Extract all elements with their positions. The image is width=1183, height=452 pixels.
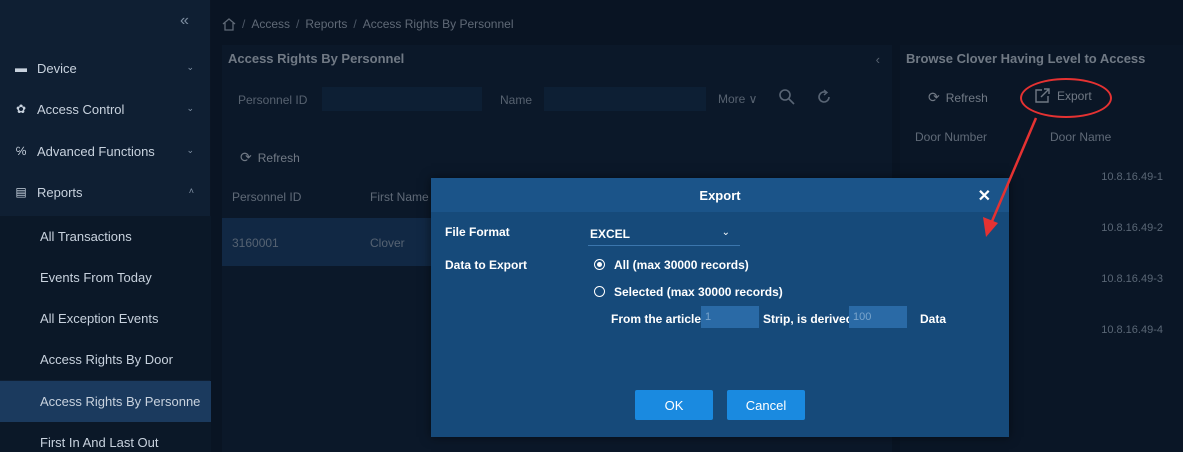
- dialog-title: Export: [699, 188, 741, 203]
- sidebar: « ▬ Device ⌄ ✿ Access Control ⌄ ℅ Advanc…: [0, 0, 211, 452]
- radio-selected-dot: [597, 262, 602, 267]
- chevron-down-icon: ⌄: [721, 227, 730, 238]
- cancel-button[interactable]: Cancel: [727, 390, 805, 420]
- sidebar-subitem-events-today[interactable]: Events From Today: [0, 257, 211, 298]
- chevron-down-icon: ⌄: [186, 145, 194, 155]
- gear-icon: ✿: [15, 102, 27, 116]
- file-format-select[interactable]: EXCEL ⌄: [588, 222, 740, 246]
- file-format-value: EXCEL: [590, 227, 631, 241]
- sidebar-item-access-control[interactable]: ✿ Access Control ⌄: [0, 89, 211, 129]
- ok-button[interactable]: OK: [635, 390, 713, 420]
- radio-all[interactable]: [594, 259, 605, 270]
- dialog-header: Export ✕: [431, 178, 1009, 212]
- sidebar-item-label: Reports: [37, 184, 83, 200]
- close-icon[interactable]: ✕: [978, 186, 991, 206]
- sidebar-item-label: Access Control: [37, 101, 125, 117]
- annotation-ellipse: [1020, 78, 1112, 118]
- sidebar-item-label: Device: [37, 60, 77, 76]
- chevron-up-icon: ˄: [188, 186, 194, 196]
- export-dialog: Export ✕ File Format EXCEL ⌄ Data to Exp…: [431, 178, 1009, 437]
- radio-all-label[interactable]: All (max 30000 records): [614, 258, 749, 272]
- sidebar-item-advanced-functions[interactable]: ℅ Advanced Functions ⌄: [0, 131, 211, 171]
- file-format-label: File Format: [445, 225, 510, 239]
- document-icon: ▤: [15, 185, 27, 199]
- data-to-export-label: Data to Export: [445, 258, 528, 272]
- sidebar-subitem-exception-events[interactable]: All Exception Events: [0, 298, 211, 339]
- chevron-down-icon: ⌄: [186, 62, 194, 72]
- functions-icon: ℅: [15, 144, 27, 158]
- sidebar-subitem-access-rights-door[interactable]: Access Rights By Door: [0, 339, 211, 380]
- strip-input[interactable]: 100: [849, 306, 907, 328]
- sidebar-item-device[interactable]: ▬ Device ⌄: [0, 48, 211, 88]
- from-article-input[interactable]: 1: [701, 306, 759, 328]
- radio-selected[interactable]: [594, 286, 605, 297]
- sidebar-subitem-first-in-last-out[interactable]: First In And Last Out: [0, 422, 211, 452]
- device-icon: ▬: [15, 61, 27, 75]
- from-article-label: From the article: [611, 312, 702, 326]
- strip-label: Strip, is derived: [763, 312, 854, 326]
- radio-selected-label[interactable]: Selected (max 30000 records): [614, 285, 783, 299]
- sidebar-collapse-button[interactable]: «: [180, 12, 189, 30]
- chevron-down-icon: ⌄: [186, 103, 194, 113]
- sidebar-item-label: Advanced Functions: [37, 143, 155, 159]
- sidebar-subitem-all-transactions[interactable]: All Transactions: [0, 216, 211, 257]
- data-label: Data: [920, 312, 947, 326]
- sidebar-item-reports[interactable]: ▤ Reports ˄: [0, 172, 211, 212]
- sidebar-subitem-access-rights-personnel[interactable]: Access Rights By Personne: [0, 381, 211, 422]
